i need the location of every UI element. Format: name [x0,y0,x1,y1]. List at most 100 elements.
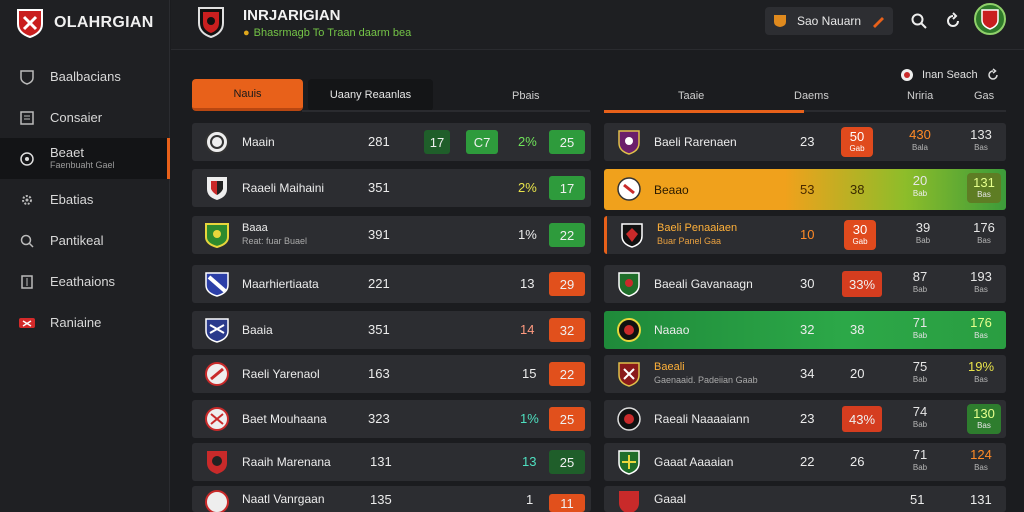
stat-c: 71 [912,447,928,462]
badge-icon [774,15,786,27]
team-name: Baeali Gavanaagn [654,277,753,291]
table-row[interactable]: Maarhiertiaata 221 13 29 [192,265,591,303]
team-crest-icon [205,490,229,512]
stat-played: 323 [368,411,390,426]
target-icon [18,150,36,168]
stat-b-chip: 30 Gab [844,220,876,250]
sidebar-item-sub: Faenbuaht Gael [50,159,115,170]
table-row[interactable]: Naatl Vanrgaan 135 1 11 [192,486,591,512]
refresh-button[interactable] [941,9,965,33]
table-row[interactable]: Baeali Gavanaagn 30 33% 87 Bab 193 Bas [604,265,1006,303]
sidebar-item-label: Pantikeal [50,233,104,248]
team-crest-icon [618,450,640,475]
brand[interactable]: OLAHRGIAN [0,0,169,46]
sidebar-item-4[interactable]: Ebatias [0,179,169,220]
sidebar-item-6[interactable]: Eeathaions [0,261,169,302]
edit-icon [873,17,885,28]
table-row[interactable]: Raaih Marenana 131 13 25 [192,443,591,481]
team-crest-icon [205,223,229,248]
table-row-highlighted[interactable]: Beaao 53 38 20 Bab 131 Bas [604,169,1006,210]
stat-c-stack: 74 Bab [900,404,940,429]
stat-c-sub: Bab [915,236,931,245]
stat-percent: 14 [520,322,535,337]
right-col-header-2[interactable]: Daems [794,90,829,102]
stat-c-stack: 430 Bala [900,127,940,152]
table-row[interactable]: Baet Mouhaana 323 1% 25 [192,400,591,438]
user-menu[interactable]: Sao Nauarn [765,7,893,35]
col-header-3[interactable]: Pbais [512,90,540,102]
stat-c-sub: Bab [912,189,928,198]
stat-c-stack: 71 Bab [900,447,940,472]
team-name: Maarhiertiaata [242,277,319,291]
club-logo-icon [198,7,224,38]
stat-percent: 1 [526,492,534,507]
sidebar-item-1[interactable]: Baalbacians [0,56,169,97]
avatar[interactable] [974,3,1006,35]
right-col-header-1[interactable]: Taaie [678,90,704,102]
stat-played: 351 [368,180,390,195]
stat-c-sub: Bab [912,285,928,294]
stat-percent: 1% [520,411,539,426]
table-row[interactable]: Baeli Rarenaen 23 50 Gab 430 Bala 133 Bas [604,123,1006,161]
sidebar-item-2[interactable]: Consaier [0,97,169,138]
stat-b: 20 [850,366,865,381]
stat-c: 71 [912,315,928,330]
team-crest-icon [207,177,227,200]
right-col-header-3[interactable]: Nriria [907,90,933,102]
brand-title: OLAHRGIAN [54,14,154,31]
stat-a: 32 [800,322,815,337]
stat-c: 51 [910,492,925,507]
table-row[interactable]: Raeli Yarenaol 163 15 22 [192,355,591,393]
tab-1[interactable]: Nauis [192,79,303,111]
stat-points: 25 [549,130,585,154]
stat-c: 75 [912,359,928,374]
stat-percent: 13 [520,276,535,291]
table-row[interactable]: Maain 281 17 C7 2% 25 [192,123,591,161]
team-crest-icon [205,272,229,297]
status-dot-icon: ● [243,27,250,39]
stat-played: 131 [370,454,392,469]
team-subtitle: Buar Panel Gaa [657,236,722,246]
team-name: Raaeli Maihaini [242,181,325,195]
sidebar-item-5[interactable]: Pantikeal [0,220,169,261]
sidebar: OLAHRGIAN Baalbacians Consaier Beaet Fae… [0,0,170,512]
table-row[interactable]: Gaaat Aaaaian 22 26 71 Bab 124 Bas [604,443,1006,481]
stat-box: 17 [424,130,450,154]
table-row[interactable]: Baaia 351 14 32 [192,311,591,349]
search-control[interactable]: Inan Seach [900,68,1000,82]
stat-d-sub: Bas [974,463,988,472]
stat-d-sub: Bas [977,421,991,430]
team-crest-icon [618,130,640,155]
table-row[interactable]: Baaa Reat: fuar Buael 391 1% 22 [192,216,591,254]
team-name: Gaaal [654,492,687,506]
table-row[interactable]: Gaaal 51 131 [604,486,1006,512]
shield-icon [18,68,36,86]
team-subtitle: Reat: fuar Buael [242,236,308,246]
stat-played: 391 [368,227,390,242]
table-row[interactable]: Baeli Penaaiaen Buar Panel Gaa 10 30 Gab … [604,216,1006,254]
team-name: Baaia [242,323,273,337]
stat-b-sub: Gab [849,144,865,153]
table-row[interactable]: Raaeli Maihaini 351 2% 17 [192,169,591,207]
table-row[interactable]: Raeali Naaaaiann 23 43% 74 Bab 130 Bas [604,400,1006,438]
right-col-header-4[interactable]: Gas [974,90,994,102]
tab-underline [302,110,590,112]
stat-points: 32 [549,318,585,342]
stat-b: 38 [850,322,865,337]
search-button[interactable] [907,9,931,33]
refresh-icon [947,12,959,27]
stat-points: 22 [549,362,585,386]
stat-b: 43% [842,406,882,432]
sidebar-item-7[interactable]: Raniaine [0,302,169,343]
club-crest-icon [17,9,43,38]
document-icon [18,109,36,127]
team-name: Beaao [654,183,689,197]
stat-c-sub: Bab [912,463,928,472]
right-tab-underline [604,110,804,113]
team-name: Maain [242,135,275,149]
table-row-highlighted[interactable]: Naaao 32 38 71 Bab 176 Bas [604,311,1006,349]
table-row[interactable]: Baeali Gaenaaid. Padeiian Gaab 34 20 75 B… [604,355,1006,393]
tab-2[interactable]: Uaany Reaanlas [308,79,433,111]
gear-icon [18,191,36,209]
sidebar-item-3-active[interactable]: Beaet Faenbuaht Gael [0,138,170,179]
